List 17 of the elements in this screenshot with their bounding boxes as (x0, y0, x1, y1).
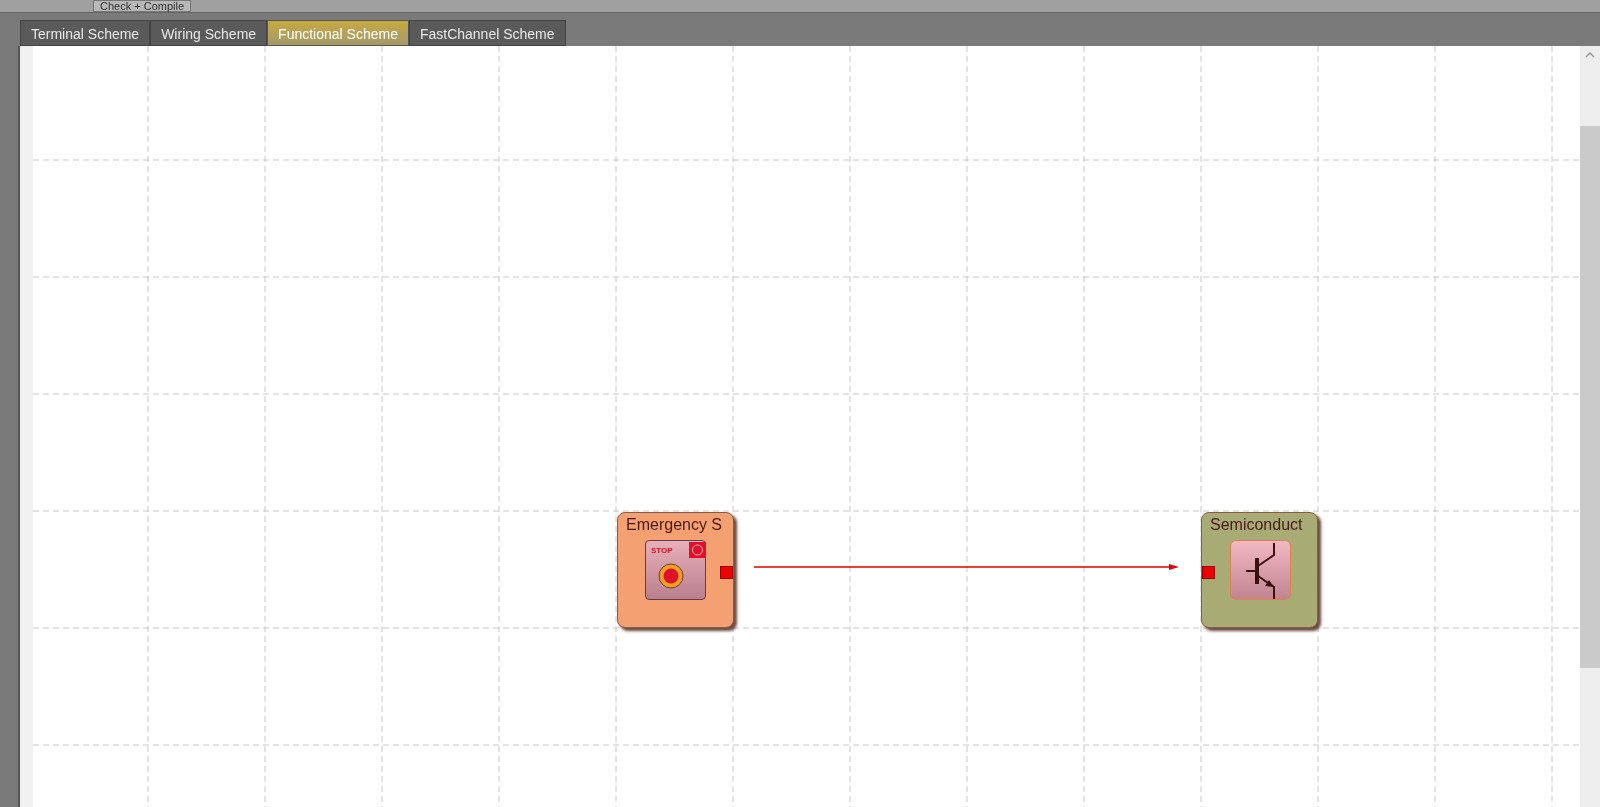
function-block[interactable]: Semiconduct (1201, 512, 1318, 628)
block-title: Emergency S (626, 515, 723, 535)
scrollbar-thumb[interactable] (1580, 126, 1600, 668)
input-pin[interactable] (1202, 566, 1215, 579)
tab[interactable]: Terminal Scheme (20, 20, 151, 46)
block-title: Semiconduct (1210, 515, 1303, 535)
transistor-icon (1230, 540, 1291, 600)
reset-icon (689, 542, 706, 558)
tab[interactable]: Wiring Scheme (150, 20, 268, 46)
output-pin[interactable] (720, 566, 733, 579)
connection-arrow[interactable] (754, 564, 1179, 570)
stop-label: STOP (651, 546, 673, 556)
function-block[interactable]: Emergency S STOP (617, 512, 734, 628)
scroll-up-icon[interactable] (1585, 52, 1595, 58)
tab[interactable]: FastChannel Scheme (408, 20, 566, 46)
stop-button-icon (658, 563, 684, 589)
toolbar-button[interactable]: Check + Compile (93, 0, 192, 12)
